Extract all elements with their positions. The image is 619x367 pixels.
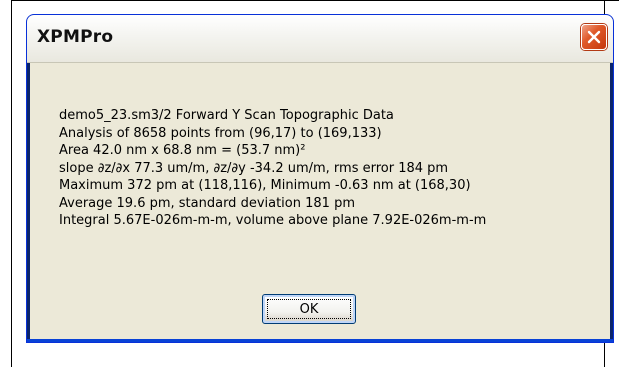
message-line: Analysis of 8658 points from (96,17) to … (59, 125, 382, 141)
close-icon (586, 29, 602, 45)
desktop-background: XPMPro demo5_23.sm3/2 Forward Y Scan Top… (0, 0, 619, 367)
message-text: demo5_23.sm3/2 Forward Y Scan Topographi… (59, 107, 599, 230)
message-line: Maximum 372 pm at (118,116), Minimum -0.… (59, 178, 471, 193)
ok-button-label: OK (299, 301, 319, 317)
background-line-left (11, 0, 12, 367)
message-dialog: XPMPro demo5_23.sm3/2 Forward Y Scan Top… (26, 14, 614, 343)
message-line: Integral 5.67E-026m-m-m, volume above pl… (59, 213, 487, 228)
dialog-client-area: demo5_23.sm3/2 Forward Y Scan Topographi… (30, 63, 610, 339)
window-frame-bottom (27, 339, 613, 342)
message-line: Average 19.6 pm, standard deviation 181 … (59, 195, 355, 211)
ok-button[interactable]: OK (262, 294, 356, 324)
background-line-top (11, 0, 619, 1)
dialog-title: XPMPro (37, 27, 114, 47)
dialog-titlebar[interactable]: XPMPro (27, 15, 613, 63)
close-button[interactable] (581, 24, 607, 50)
message-line: demo5_23.sm3/2 Forward Y Scan Topographi… (59, 108, 394, 123)
message-line: slope ∂z/∂x 77.3 um/m, ∂z/∂y -34.2 um/m,… (59, 160, 449, 176)
message-line: Area 42.0 nm x 68.8 nm = (53.7 nm)² (59, 143, 306, 158)
